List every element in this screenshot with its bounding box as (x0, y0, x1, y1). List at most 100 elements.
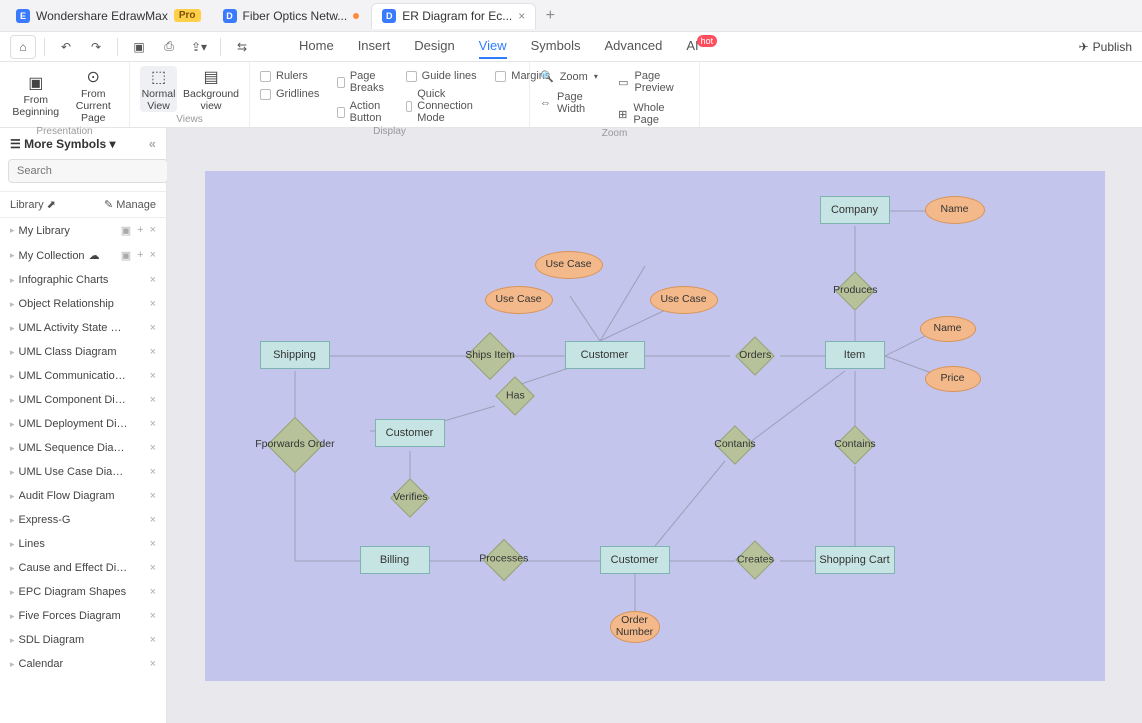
rulers-checkbox[interactable]: Rulers (260, 70, 319, 82)
close-icon[interactable]: × (150, 442, 156, 454)
ribbon: ▣From Beginning ⊙From Current Page Prese… (0, 62, 1142, 128)
close-icon[interactable]: × (150, 514, 156, 526)
search-input[interactable] (8, 159, 168, 183)
close-icon[interactable]: × (150, 466, 156, 478)
sidebar-item[interactable]: ▸Object Relationship× (0, 292, 166, 316)
from-current-button[interactable]: ⊙From Current Page (68, 66, 120, 124)
entity-billing[interactable]: Billing (360, 546, 430, 574)
sidebar-item[interactable]: ▸Lines× (0, 532, 166, 556)
close-icon[interactable]: × (150, 538, 156, 550)
sidebar-item[interactable]: ▸UML Class Diagram× (0, 340, 166, 364)
sidebar-item[interactable]: ▸UML Communication Diagr...× (0, 364, 166, 388)
attr-name-company[interactable]: Name (925, 196, 985, 224)
publish-icon: ✈ (1079, 40, 1089, 54)
folder-icon[interactable]: ▣ (121, 249, 131, 262)
close-icon[interactable]: × (150, 249, 156, 262)
close-icon[interactable]: × (150, 274, 156, 286)
entity-shopping-cart[interactable]: Shopping Cart (815, 546, 895, 574)
attr-use-case1[interactable]: Use Case (535, 251, 603, 279)
sidebar-item[interactable]: ▸UML Activity State Diagram× (0, 316, 166, 340)
entity-company[interactable]: Company (820, 196, 890, 224)
close-icon[interactable]: × (150, 586, 156, 598)
export-button[interactable]: ⇪▾ (186, 35, 212, 59)
more-button[interactable]: ⇆ (229, 35, 255, 59)
doc-tab-1[interactable]: D ER Diagram for Ec... × (371, 3, 536, 29)
sidebar-item[interactable]: ▸Cause and Effect Diagram× (0, 556, 166, 580)
doc-tab-0[interactable]: D Fiber Optics Netw... (213, 3, 370, 29)
entity-customer3[interactable]: Customer (600, 546, 670, 574)
sidebar-item[interactable]: ▸Express-G× (0, 508, 166, 532)
collapse-icon[interactable]: « (149, 136, 156, 151)
attr-price[interactable]: Price (925, 366, 981, 392)
background-view-button[interactable]: ▤Background view (183, 66, 239, 112)
close-icon[interactable]: × (150, 322, 156, 334)
page-breaks-checkbox[interactable]: Page Breaks (337, 70, 387, 94)
attr-order-number[interactable]: Order Number (610, 611, 660, 643)
menu-insert[interactable]: Insert (358, 34, 391, 59)
guidelines-checkbox[interactable]: Guide lines (406, 70, 478, 82)
close-icon[interactable]: × (150, 490, 156, 502)
sidebar-item[interactable]: ▸Five Forces Diagram× (0, 604, 166, 628)
zoom-button[interactable]: 🔍Zoom▾ (540, 70, 602, 83)
entity-item[interactable]: Item (825, 341, 885, 369)
sidebar-item-label: Object Relationship (19, 298, 114, 310)
app-tab[interactable]: E Wondershare EdrawMax Pro (6, 3, 211, 29)
sidebar-item[interactable]: ▸My Collection ☁▣+× (0, 243, 166, 268)
menu-advanced[interactable]: Advanced (604, 34, 662, 59)
entity-customer1[interactable]: Customer (565, 341, 645, 369)
entity-shipping[interactable]: Shipping (260, 341, 330, 369)
normal-view-button[interactable]: ⬚Normal View (140, 66, 177, 112)
plus-icon[interactable]: + (137, 224, 143, 237)
home-button[interactable]: ⌂ (10, 35, 36, 59)
menu-ai[interactable]: AIhot (686, 34, 719, 59)
entity-customer2[interactable]: Customer (375, 419, 445, 447)
publish-button[interactable]: ✈ Publish (1079, 40, 1132, 54)
quick-connection-checkbox[interactable]: Quick Connection Mode (406, 88, 478, 124)
sidebar-item[interactable]: ▸SDL Diagram× (0, 628, 166, 652)
folder-icon[interactable]: ▣ (121, 224, 131, 237)
close-icon[interactable]: × (150, 370, 156, 382)
whole-page-button[interactable]: ⊞Whole Page (618, 102, 689, 126)
new-tab-button[interactable]: + (538, 4, 562, 28)
attr-use-case3[interactable]: Use Case (650, 286, 718, 314)
canvas-area[interactable]: Company Name Produces Item Name Price Or… (167, 128, 1142, 723)
manage-button[interactable]: ✎ Manage (104, 198, 156, 211)
menu-design[interactable]: Design (414, 34, 454, 59)
close-icon[interactable]: × (150, 298, 156, 310)
sidebar-item[interactable]: ▸EPC Diagram Shapes× (0, 580, 166, 604)
page-width-button[interactable]: ⇔Page Width (540, 91, 602, 115)
sidebar-item[interactable]: ▸UML Sequence Diagram× (0, 436, 166, 460)
menu-symbols[interactable]: Symbols (531, 34, 581, 59)
menu-view[interactable]: View (479, 34, 507, 59)
redo-button[interactable]: ↷ (83, 35, 109, 59)
plus-icon[interactable]: + (137, 249, 143, 262)
attr-name-item[interactable]: Name (920, 316, 976, 342)
sidebar-item[interactable]: ▸UML Deployment Diagram× (0, 412, 166, 436)
sidebar-item[interactable]: ▸Audit Flow Diagram× (0, 484, 166, 508)
sidebar-item[interactable]: ▸My Library▣+× (0, 218, 166, 243)
sidebar-item[interactable]: ▸UML Use Case Diagram× (0, 460, 166, 484)
undo-button[interactable]: ↶ (53, 35, 79, 59)
close-icon[interactable]: × (150, 418, 156, 430)
close-icon[interactable]: × (150, 346, 156, 358)
action-button-checkbox[interactable]: Action Button (337, 100, 387, 124)
sidebar-item[interactable]: ▸Calendar× (0, 652, 166, 676)
from-beginning-button[interactable]: ▣From Beginning (10, 66, 62, 124)
close-icon[interactable]: × (150, 634, 156, 646)
menu-home[interactable]: Home (299, 34, 334, 59)
diagram-canvas[interactable]: Company Name Produces Item Name Price Or… (205, 171, 1105, 681)
page-preview-button[interactable]: ▭Page Preview (618, 70, 689, 94)
save-button[interactable]: ▣ (126, 35, 152, 59)
close-icon[interactable]: × (150, 394, 156, 406)
gridlines-checkbox[interactable]: Gridlines (260, 88, 319, 100)
attr-use-case2[interactable]: Use Case (485, 286, 553, 314)
close-icon[interactable]: × (150, 224, 156, 237)
close-icon[interactable]: × (518, 9, 525, 23)
close-icon[interactable]: × (150, 658, 156, 670)
sidebar-item[interactable]: ▸UML Component Diagram× (0, 388, 166, 412)
close-icon[interactable]: × (150, 562, 156, 574)
print-button[interactable]: ⎙ (156, 35, 182, 59)
sidebar-item[interactable]: ▸Infographic Charts× (0, 268, 166, 292)
close-icon[interactable]: × (150, 610, 156, 622)
library-label[interactable]: Library ⬈ (10, 198, 56, 211)
